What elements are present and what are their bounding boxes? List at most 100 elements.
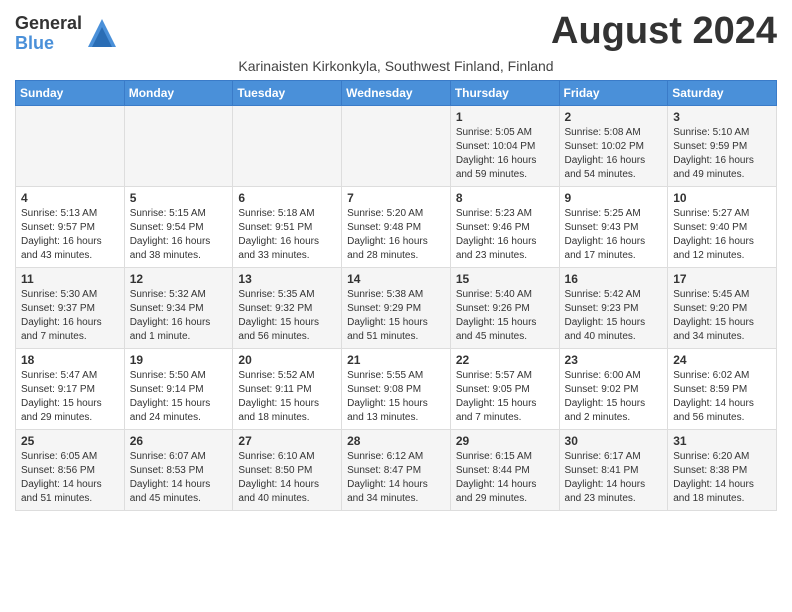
day-info: Sunrise: 6:10 AM Sunset: 8:50 PM Dayligh…: [238, 450, 336, 506]
calendar-cell: 28Sunrise: 6:12 AM Sunset: 8:47 PM Dayli…: [342, 429, 451, 510]
day-number: 15: [456, 272, 554, 286]
day-number: 11: [21, 272, 119, 286]
calendar-cell: 15 Sunrise: 5:40 AM Sunset: 9:26 PM Dayli…: [450, 267, 559, 348]
day-number: 21: [347, 353, 445, 367]
calendar-cell: 22 Sunrise: 5:57 AM Sunset: 9:05 PM Dayli…: [450, 348, 559, 429]
calendar-cell: 17 Sunrise: 5:45 AM Sunset: 9:20 PM Dayli…: [668, 267, 777, 348]
day-info: Sunrise: 6:15 AM Sunset: 8:44 PM Dayligh…: [456, 450, 554, 506]
day-info: Sunrise: 5:23 AM Sunset: 9:46 PM Dayligh…: [456, 207, 554, 263]
calendar-cell: 7Sunrise: 5:20 AM Sunset: 9:48 PM Daylig…: [342, 186, 451, 267]
day-number: 27: [238, 434, 336, 448]
day-info: Sunrise: 5:05 AM Sunset: 10:04 PM Daylig…: [456, 126, 554, 182]
day-info: Sunrise: 5:30 AM Sunset: 9:37 PM Dayligh…: [21, 288, 119, 344]
day-info: Sunrise: 6:17 AM Sunset: 8:41 PM Dayligh…: [565, 450, 663, 506]
weekday-header: Friday: [559, 80, 668, 105]
calendar-cell: [342, 105, 451, 186]
weekday-header: Saturday: [668, 80, 777, 105]
day-number: 23: [565, 353, 663, 367]
day-number: 31: [673, 434, 771, 448]
month-year-title: August 2024: [551, 10, 777, 53]
location-subtitle: Karinaisten Kirkonkyla, Southwest Finlan…: [15, 58, 777, 74]
day-number: 5: [130, 191, 228, 205]
day-number: 20: [238, 353, 336, 367]
calendar-table: SundayMondayTuesdayWednesdayThursdayFrid…: [15, 80, 777, 511]
calendar-cell: 27 Sunrise: 6:10 AM Sunset: 8:50 PM Dayli…: [233, 429, 342, 510]
day-info: Sunrise: 6:02 AM Sunset: 8:59 PM Dayligh…: [673, 369, 771, 425]
calendar-cell: 5 Sunrise: 5:15 AM Sunset: 9:54 PM Daylig…: [124, 186, 233, 267]
calendar-cell: 8 Sunrise: 5:23 AM Sunset: 9:46 PM Daylig…: [450, 186, 559, 267]
day-info: Sunrise: 5:52 AM Sunset: 9:11 PM Dayligh…: [238, 369, 336, 425]
weekday-header: Wednesday: [342, 80, 451, 105]
day-info: Sunrise: 5:55 AM Sunset: 9:08 PM Dayligh…: [347, 369, 445, 425]
day-number: 22: [456, 353, 554, 367]
day-info: Sunrise: 5:40 AM Sunset: 9:26 PM Dayligh…: [456, 288, 554, 344]
calendar-cell: 18Sunrise: 5:47 AM Sunset: 9:17 PM Dayli…: [16, 348, 125, 429]
day-number: 9: [565, 191, 663, 205]
day-info: Sunrise: 5:50 AM Sunset: 9:14 PM Dayligh…: [130, 369, 228, 425]
calendar-cell: 29 Sunrise: 6:15 AM Sunset: 8:44 PM Dayli…: [450, 429, 559, 510]
day-info: Sunrise: 5:15 AM Sunset: 9:54 PM Dayligh…: [130, 207, 228, 263]
calendar-cell: [233, 105, 342, 186]
calendar-cell: 16 Sunrise: 5:42 AM Sunset: 9:23 PM Dayli…: [559, 267, 668, 348]
day-info: Sunrise: 5:35 AM Sunset: 9:32 PM Dayligh…: [238, 288, 336, 344]
calendar-cell: 14Sunrise: 5:38 AM Sunset: 9:29 PM Dayli…: [342, 267, 451, 348]
calendar-cell: 3 Sunrise: 5:10 AM Sunset: 9:59 PM Daylig…: [668, 105, 777, 186]
day-number: 25: [21, 434, 119, 448]
day-info: Sunrise: 5:57 AM Sunset: 9:05 PM Dayligh…: [456, 369, 554, 425]
day-info: Sunrise: 6:00 AM Sunset: 9:02 PM Dayligh…: [565, 369, 663, 425]
day-number: 10: [673, 191, 771, 205]
day-info: Sunrise: 5:20 AM Sunset: 9:48 PM Dayligh…: [347, 207, 445, 263]
calendar-cell: 19 Sunrise: 5:50 AM Sunset: 9:14 PM Dayli…: [124, 348, 233, 429]
weekday-header: Tuesday: [233, 80, 342, 105]
day-info: Sunrise: 5:10 AM Sunset: 9:59 PM Dayligh…: [673, 126, 771, 182]
calendar-cell: 10Sunrise: 5:27 AM Sunset: 9:40 PM Dayli…: [668, 186, 777, 267]
calendar-week-row: 18Sunrise: 5:47 AM Sunset: 9:17 PM Dayli…: [16, 348, 777, 429]
logo-icon: [88, 19, 116, 51]
day-number: 17: [673, 272, 771, 286]
day-number: 26: [130, 434, 228, 448]
day-number: 19: [130, 353, 228, 367]
calendar-cell: 11 Sunrise: 5:30 AM Sunset: 9:37 PM Dayli…: [16, 267, 125, 348]
day-number: 16: [565, 272, 663, 286]
day-info: Sunrise: 5:32 AM Sunset: 9:34 PM Dayligh…: [130, 288, 228, 344]
calendar-cell: 26 Sunrise: 6:07 AM Sunset: 8:53 PM Dayli…: [124, 429, 233, 510]
day-number: 13: [238, 272, 336, 286]
day-info: Sunrise: 5:08 AM Sunset: 10:02 PM Daylig…: [565, 126, 663, 182]
day-info: Sunrise: 6:12 AM Sunset: 8:47 PM Dayligh…: [347, 450, 445, 506]
logo-general: General: [15, 14, 82, 34]
day-info: Sunrise: 5:45 AM Sunset: 9:20 PM Dayligh…: [673, 288, 771, 344]
calendar-week-row: 25Sunrise: 6:05 AM Sunset: 8:56 PM Dayli…: [16, 429, 777, 510]
calendar-cell: 6 Sunrise: 5:18 AM Sunset: 9:51 PM Daylig…: [233, 186, 342, 267]
day-number: 3: [673, 110, 771, 124]
calendar-cell: 12Sunrise: 5:32 AM Sunset: 9:34 PM Dayli…: [124, 267, 233, 348]
calendar-cell: 23 Sunrise: 6:00 AM Sunset: 9:02 PM Dayli…: [559, 348, 668, 429]
logo: General Blue: [15, 14, 116, 54]
calendar-cell: 9Sunrise: 5:25 AM Sunset: 9:43 PM Daylig…: [559, 186, 668, 267]
day-number: 29: [456, 434, 554, 448]
day-number: 8: [456, 191, 554, 205]
day-info: Sunrise: 5:42 AM Sunset: 9:23 PM Dayligh…: [565, 288, 663, 344]
day-number: 2: [565, 110, 663, 124]
day-number: 4: [21, 191, 119, 205]
calendar-cell: 4 Sunrise: 5:13 AM Sunset: 9:57 PM Daylig…: [16, 186, 125, 267]
calendar-cell: 13 Sunrise: 5:35 AM Sunset: 9:32 PM Dayli…: [233, 267, 342, 348]
calendar-week-row: 1 Sunrise: 5:05 AM Sunset: 10:04 PM Dayli…: [16, 105, 777, 186]
calendar-cell: [16, 105, 125, 186]
day-info: Sunrise: 6:20 AM Sunset: 8:38 PM Dayligh…: [673, 450, 771, 506]
calendar-cell: 2 Sunrise: 5:08 AM Sunset: 10:02 PM Dayli…: [559, 105, 668, 186]
day-number: 1: [456, 110, 554, 124]
day-number: 18: [21, 353, 119, 367]
day-number: 14: [347, 272, 445, 286]
day-number: 6: [238, 191, 336, 205]
day-number: 24: [673, 353, 771, 367]
day-info: Sunrise: 5:13 AM Sunset: 9:57 PM Dayligh…: [21, 207, 119, 263]
calendar-week-row: 11 Sunrise: 5:30 AM Sunset: 9:37 PM Dayli…: [16, 267, 777, 348]
day-info: Sunrise: 6:07 AM Sunset: 8:53 PM Dayligh…: [130, 450, 228, 506]
day-number: 30: [565, 434, 663, 448]
calendar-cell: 31 Sunrise: 6:20 AM Sunset: 8:38 PM Dayli…: [668, 429, 777, 510]
weekday-header: Monday: [124, 80, 233, 105]
day-info: Sunrise: 5:18 AM Sunset: 9:51 PM Dayligh…: [238, 207, 336, 263]
calendar-cell: [124, 105, 233, 186]
weekday-header: Thursday: [450, 80, 559, 105]
calendar-cell: 24 Sunrise: 6:02 AM Sunset: 8:59 PM Dayli…: [668, 348, 777, 429]
